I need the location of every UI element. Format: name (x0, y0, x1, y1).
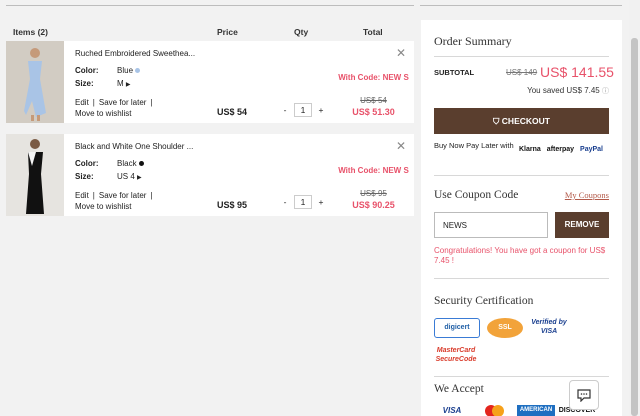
caret-right-icon[interactable]: ▶ (137, 175, 142, 181)
amex-logo: AMERICAN (517, 405, 555, 416)
move-to-wishlist-link[interactable]: Move to wishlist (75, 202, 131, 211)
info-icon[interactable]: ⓘ (602, 88, 609, 95)
edit-link[interactable]: Edit (75, 191, 89, 200)
product-name[interactable]: Black and White One Shoulder ... (75, 142, 193, 151)
decrement-button[interactable]: - (276, 103, 294, 117)
order-summary-title: Order Summary (434, 34, 512, 48)
visa-logo: VISA (442, 406, 462, 415)
product-color: Color: Black (75, 159, 144, 168)
checkout-button[interactable]: ⛉ CHECKOUT (434, 108, 609, 134)
product-name[interactable]: Ruched Embroidered Sweethea... (75, 49, 195, 58)
scrollbar[interactable] (629, 0, 640, 416)
klarna-logo: Klarna (519, 146, 541, 153)
discounted-total: US$ 90.25 (352, 200, 395, 210)
color-value: Black (117, 159, 137, 168)
product-image[interactable] (6, 41, 64, 123)
quantity-value[interactable]: 1 (294, 195, 312, 209)
increment-button[interactable]: + (312, 103, 330, 117)
digicert-badge: digicert (434, 318, 480, 338)
savings-value: You saved US$ 7.45 (527, 86, 600, 95)
size-label: Size: (75, 79, 94, 88)
subtotal-original: US$ 149 (506, 68, 538, 77)
column-price: Price (217, 27, 238, 37)
ssl-badge: SSL (487, 318, 523, 338)
summary-top-divider (420, 0, 622, 6)
product-color: Color: Blue (75, 66, 141, 75)
column-items: Items (2) (13, 27, 48, 37)
divider (434, 278, 609, 279)
promo-code-label: With Code: NEW S (338, 73, 409, 82)
save-for-later-link[interactable]: Save for later (99, 191, 147, 200)
column-total: Total (363, 27, 383, 37)
scroll-thumb[interactable] (631, 38, 638, 416)
item-actions: Edit | Save for later | Move to wishlist (75, 98, 153, 118)
chat-icon (577, 389, 591, 402)
cart-item: Ruched Embroidered Sweethea... ✕ Color: B… (6, 41, 414, 123)
mastercard-logo (480, 405, 508, 416)
size-value: US 4 (117, 172, 135, 181)
buy-now-pay-later-text: Buy Now Pay Later with (434, 141, 514, 150)
order-summary-panel: Order Summary SUBTOTAL US$ 149 US$ 141.5… (421, 20, 622, 416)
save-for-later-link[interactable]: Save for later (99, 98, 147, 107)
item-price: US$ 95 (217, 200, 248, 210)
verified-by-visa-badge: Verified by VISA (531, 319, 567, 335)
original-total: US$ 95 (360, 189, 387, 198)
chat-button[interactable] (569, 380, 599, 410)
security-title: Security Certification (434, 295, 534, 307)
shield-icon: ⛉ (493, 116, 500, 126)
coupon-success-message: Congratulations! You have got a coupon f… (434, 246, 606, 265)
color-label: Color: (75, 66, 99, 75)
divider (434, 376, 609, 377)
item-price: US$ 54 (217, 107, 248, 117)
cart-top-divider (6, 0, 414, 6)
quantity-stepper: - 1 + (276, 103, 330, 117)
decrement-button[interactable]: - (276, 195, 294, 209)
product-size: Size: M ▶ (75, 79, 131, 88)
remove-coupon-button[interactable]: REMOVE (555, 212, 609, 238)
subtotal-discounted: US$ 141.55 (540, 64, 614, 80)
afterpay-logo: afterpay (546, 146, 575, 153)
cart-item: Black and White One Shoulder ... ✕ Color… (6, 134, 414, 216)
quantity-value[interactable]: 1 (294, 103, 312, 117)
mastercard-securecode-badge: MasterCard SecureCode (435, 347, 477, 363)
original-total: US$ 54 (360, 96, 387, 105)
close-icon[interactable]: ✕ (396, 46, 406, 60)
caret-right-icon[interactable]: ▶ (126, 82, 131, 88)
color-swatch-icon (135, 68, 141, 73)
my-coupons-link[interactable]: My Coupons (565, 190, 609, 200)
product-size: Size: US 4 ▶ (75, 172, 142, 181)
we-accept-title: We Accept (434, 383, 484, 395)
edit-link[interactable]: Edit (75, 98, 89, 107)
item-actions: Edit | Save for later | Move to wishlist (75, 191, 153, 211)
bnpl-logos: Klarna afterpay PayPal (519, 146, 603, 153)
column-qty: Qty (294, 27, 309, 37)
color-label: Color: (75, 159, 99, 168)
product-image[interactable] (6, 134, 64, 216)
divider (434, 175, 609, 176)
divider (434, 56, 609, 57)
move-to-wishlist-link[interactable]: Move to wishlist (75, 109, 131, 118)
quantity-stepper: - 1 + (276, 195, 330, 209)
size-label: Size: (75, 172, 94, 181)
subtotal-label: SUBTOTAL (434, 68, 475, 77)
color-swatch-icon (138, 161, 144, 166)
checkout-label: CHECKOUT (501, 116, 550, 126)
size-value: M (117, 79, 124, 88)
color-value: Blue (117, 66, 134, 75)
increment-button[interactable]: + (312, 195, 330, 209)
paypal-logo: PayPal (580, 146, 603, 153)
discounted-total: US$ 51.30 (352, 107, 395, 117)
savings-text: You saved US$ 7.45 ⓘ (527, 86, 609, 96)
coupon-input[interactable] (434, 212, 548, 238)
coupon-title: Use Coupon Code (434, 189, 519, 201)
close-icon[interactable]: ✕ (396, 139, 406, 153)
promo-code-label: With Code: NEW S (338, 166, 409, 175)
